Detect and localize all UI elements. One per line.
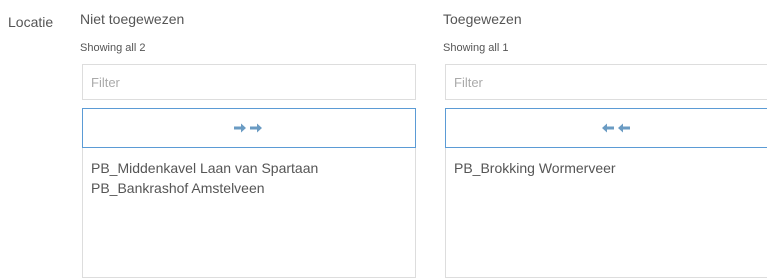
selected-list[interactable]: PB_Brokking Wormerveer — [445, 148, 767, 278]
available-title: Niet toegewezen — [80, 11, 185, 27]
double-arrow-left-icon — [599, 122, 631, 134]
available-filter-input[interactable] — [82, 64, 416, 100]
move-all-left-button[interactable] — [445, 108, 767, 148]
selected-title: Toegewezen — [443, 11, 522, 27]
available-pane: Niet toegewezen Showing all 2 PB_Middenk… — [80, 0, 416, 278]
selected-pane: Toegewezen Showing all 1 PB_Brokking Wor… — [443, 0, 767, 278]
double-arrow-right-icon — [233, 122, 265, 134]
list-item[interactable]: PB_Middenkavel Laan van Spartaan — [91, 158, 407, 178]
selected-info: Showing all 1 — [443, 42, 509, 54]
list-item[interactable]: PB_Bankrashof Amstelveen — [91, 178, 407, 198]
list-item[interactable]: PB_Brokking Wormerveer — [454, 158, 767, 178]
field-label: Locatie — [8, 14, 54, 30]
available-info: Showing all 2 — [80, 42, 146, 54]
selected-filter-input[interactable] — [445, 64, 767, 100]
available-list[interactable]: PB_Middenkavel Laan van Spartaan PB_Bank… — [82, 148, 416, 278]
move-all-right-button[interactable] — [82, 108, 416, 148]
